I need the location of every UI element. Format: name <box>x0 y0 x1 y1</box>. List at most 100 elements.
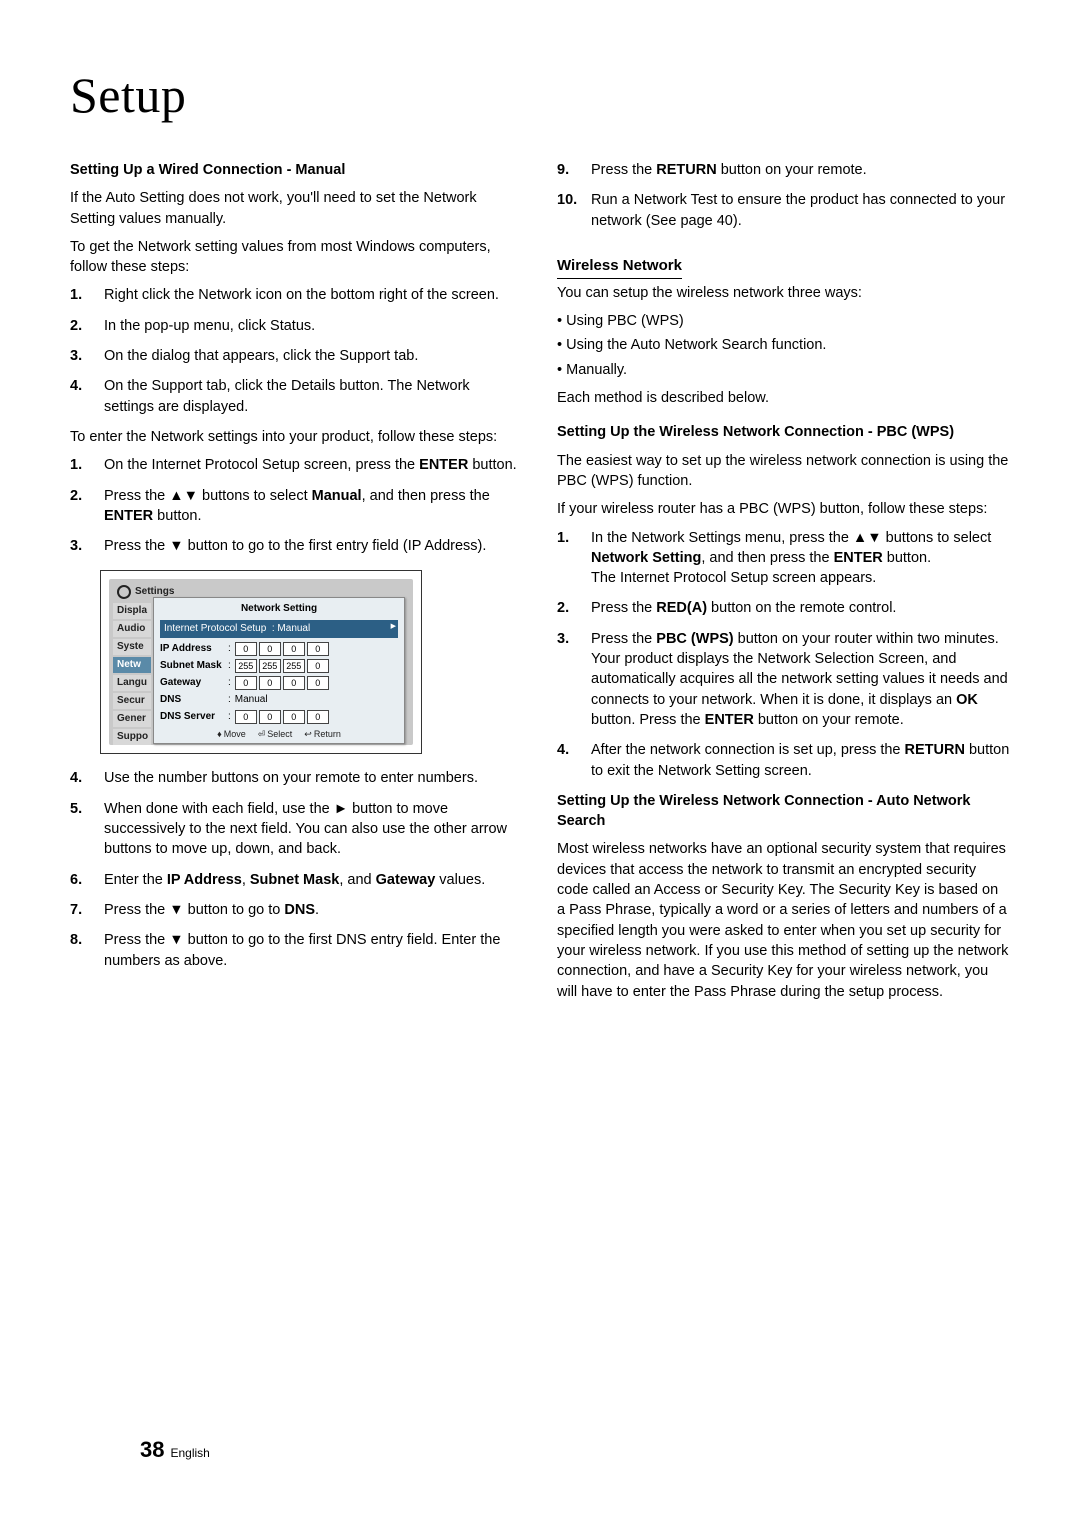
right-column: 9. Press the RETURN button on your remote… <box>557 160 1010 1010</box>
ip-octet: 0 <box>283 642 305 656</box>
select-hint: ⏎ Select <box>258 728 293 741</box>
chevron-right-icon: ▶ <box>391 622 396 632</box>
step-text: In the Network Settings menu, press the … <box>591 528 1010 589</box>
field-label: IP Address <box>160 642 228 656</box>
protocol-setup-row: Internet Protocol Setup : Manual ▶ <box>160 620 398 638</box>
step-text: Right click the Network icon on the bott… <box>104 285 499 305</box>
network-setting-dialog: Network Setting Internet Protocol Setup … <box>153 597 405 744</box>
step-number: 2. <box>557 598 577 618</box>
step-text: In the pop-up menu, click Status. <box>104 316 315 336</box>
settings-sidebar: Displa Audio Syste Netw Langu Secur Gene… <box>113 603 151 747</box>
ip-octet: 0 <box>235 642 257 656</box>
paragraph: If your wireless router has a PBC (WPS) … <box>557 499 1010 519</box>
ip-octet: 0 <box>235 710 257 724</box>
steps-enter-settings: 1. On the Internet Protocol Setup screen,… <box>70 455 523 556</box>
page-title: Setup <box>70 60 1010 130</box>
dns-server-row: DNS Server: 0 0 0 0 <box>160 710 398 724</box>
step-text: Press the ▲▼ buttons to select Manual, a… <box>104 486 523 527</box>
heading-wireless-network: Wireless Network <box>557 255 682 279</box>
ip-octet: 0 <box>235 676 257 690</box>
step-number: 1. <box>70 285 90 305</box>
ip-octet: 0 <box>259 676 281 690</box>
step-text: Press the PBC (WPS) button on your route… <box>591 629 1010 730</box>
dns-value: Manual <box>235 693 268 707</box>
steps-after-panel: 4. Use the number buttons on your remote … <box>70 768 523 970</box>
dns-row: DNS: Manual <box>160 693 398 707</box>
step-number: 5. <box>70 799 90 860</box>
sidebar-item: Langu <box>113 675 151 691</box>
ip-address-row: IP Address: 0 0 0 0 <box>160 642 398 656</box>
ip-octet: 0 <box>283 676 305 690</box>
left-column: Setting Up a Wired Connection - Manual I… <box>70 160 523 1010</box>
step-text: Press the ▼ button to go to the first DN… <box>104 930 523 971</box>
step-number: 9. <box>557 160 577 180</box>
ip-octet: 0 <box>307 642 329 656</box>
step-number: 4. <box>557 740 577 781</box>
ip-octet: 0 <box>259 710 281 724</box>
step-number: 2. <box>70 486 90 527</box>
ip-octet: 255 <box>283 659 305 673</box>
heading-auto-search: Setting Up the Wireless Network Connecti… <box>557 791 1010 832</box>
page-lang: English <box>170 1446 209 1460</box>
ip-octet: 0 <box>259 642 281 656</box>
step-number: 4. <box>70 768 90 788</box>
field-label: DNS <box>160 693 228 707</box>
list-item: Using PBC (WPS) <box>557 311 1010 331</box>
dialog-title: Network Setting <box>160 602 398 616</box>
step-text: Enter the IP Address, Subnet Mask, and G… <box>104 870 485 890</box>
step-text: Use the number buttons on your remote to… <box>104 768 478 788</box>
ip-octet: 255 <box>259 659 281 673</box>
ip-octet: 0 <box>283 710 305 724</box>
paragraph: You can setup the wireless network three… <box>557 283 1010 303</box>
step-number: 1. <box>70 455 90 475</box>
step-text: Run a Network Test to ensure the product… <box>591 190 1010 231</box>
gateway-row: Gateway: 0 0 0 0 <box>160 676 398 690</box>
move-hint: ♦ Move <box>217 728 246 741</box>
step-text: Press the RETURN button on your remote. <box>591 160 867 180</box>
step-text: On the dialog that appears, click the Su… <box>104 346 418 366</box>
steps-get-values: 1. Right click the Network icon on the bo… <box>70 285 523 416</box>
sidebar-item: Gener <box>113 711 151 727</box>
paragraph: To enter the Network settings into your … <box>70 427 523 447</box>
step-number: 3. <box>70 346 90 366</box>
page-footer: 38English <box>140 1435 210 1466</box>
paragraph: To get the Network setting values from m… <box>70 237 523 278</box>
step-number: 7. <box>70 900 90 920</box>
paragraph: Most wireless networks have an optional … <box>557 839 1010 1001</box>
ip-octet: 0 <box>307 710 329 724</box>
paragraph: If the Auto Setting does not work, you'l… <box>70 188 523 229</box>
step-text: Press the ▼ button to go to DNS. <box>104 900 319 920</box>
step-number: 2. <box>70 316 90 336</box>
step-text: On the Internet Protocol Setup screen, p… <box>104 455 517 475</box>
list-item: Using the Auto Network Search function. <box>557 335 1010 355</box>
step-number: 8. <box>70 930 90 971</box>
ip-octet: 0 <box>307 676 329 690</box>
subnet-mask-row: Subnet Mask: 255 255 255 0 <box>160 659 398 673</box>
heading-wired-manual: Setting Up a Wired Connection - Manual <box>70 160 523 180</box>
field-label: DNS Server <box>160 710 228 724</box>
field-label: Gateway <box>160 676 228 690</box>
field-label: Subnet Mask <box>160 659 228 673</box>
pbc-steps: 1.In the Network Settings menu, press th… <box>557 528 1010 781</box>
protocol-value: Manual <box>277 623 310 634</box>
step-text: After the network connection is set up, … <box>591 740 1010 781</box>
step-text: When done with each field, use the ► but… <box>104 799 523 860</box>
sidebar-item: Displa <box>113 603 151 619</box>
footer-keys: ♦ Move ⏎ Select ↩ Return <box>160 728 398 741</box>
step-number: 1. <box>557 528 577 589</box>
step-number: 4. <box>70 376 90 417</box>
list-item: Manually. <box>557 360 1010 380</box>
settings-panel-illustration: Settings Displa Audio Syste Netw Langu S… <box>100 570 422 754</box>
steps-continuation: 9. Press the RETURN button on your remote… <box>557 160 1010 231</box>
step-text: Press the RED(A) button on the remote co… <box>591 598 896 618</box>
return-hint: ↩ Return <box>304 728 341 741</box>
step-number: 3. <box>557 629 577 730</box>
step-text: Press the ▼ button to go to the first en… <box>104 536 486 556</box>
ip-octet: 255 <box>235 659 257 673</box>
step-number: 3. <box>70 536 90 556</box>
sidebar-item: Audio <box>113 621 151 637</box>
protocol-label: Internet Protocol Setup <box>164 623 266 634</box>
step-number: 6. <box>70 870 90 890</box>
paragraph: Each method is described below. <box>557 388 1010 408</box>
step-text: On the Support tab, click the Details bu… <box>104 376 523 417</box>
